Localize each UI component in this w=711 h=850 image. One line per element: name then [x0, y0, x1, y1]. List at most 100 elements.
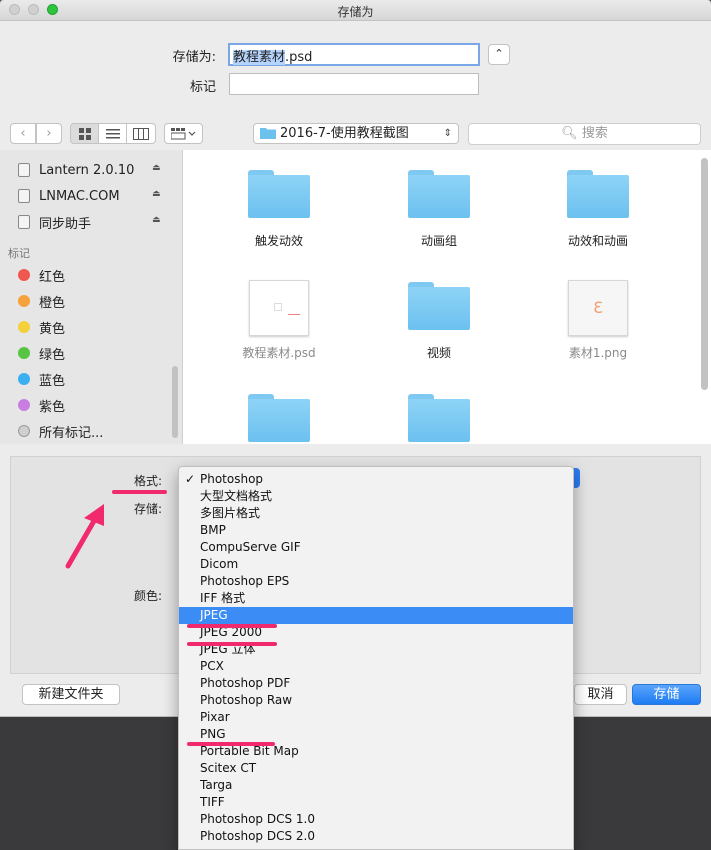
chevron-right-icon: ›: [46, 126, 52, 141]
collapse-dialog-button[interactable]: ⌃: [488, 44, 510, 65]
group-by-button[interactable]: [164, 123, 203, 144]
annotation-underline-png: [187, 742, 275, 746]
annotation-underline-format: [112, 490, 167, 494]
format-menu-item[interactable]: TIFF: [179, 794, 573, 811]
sidebar-item-device[interactable]: 同步助手: [18, 212, 91, 232]
sidebar-item-label: 同步助手: [39, 216, 92, 232]
eject-icon[interactable]: ⏏: [152, 189, 161, 199]
format-menu-item[interactable]: IFF 格式: [179, 590, 573, 607]
annotation-arrow-icon: [65, 504, 104, 569]
sidebar-tag[interactable]: 蓝色: [18, 369, 65, 389]
format-menu-item-label: Dicom: [200, 557, 239, 571]
icon-view-button[interactable]: [70, 123, 99, 144]
filename-input[interactable]: 教程素材.psd: [228, 43, 480, 66]
sidebar-tag[interactable]: 所有标记...: [18, 421, 103, 441]
save-as-label: 存储为:: [172, 50, 216, 65]
format-menu-item[interactable]: ✓ Photoshop: [179, 471, 573, 488]
folder-icon: [408, 170, 470, 218]
format-menu-item-label: Pixar: [200, 710, 230, 724]
chevron-up-icon: ⌃: [494, 47, 504, 60]
format-menu-item-label: 多图片格式: [200, 506, 261, 520]
cancel-button[interactable]: 取消: [574, 684, 627, 705]
tags-section-header: 标记: [8, 247, 30, 260]
file-name: 素材1.png: [568, 346, 628, 360]
filename-selection: 教程素材: [233, 50, 286, 65]
file-item[interactable]: [219, 374, 339, 444]
new-folder-button[interactable]: 新建文件夹: [22, 684, 120, 705]
format-menu-item-label: CompuServe GIF: [200, 540, 301, 554]
forward-button[interactable]: ›: [36, 123, 62, 144]
format-menu-item[interactable]: 大型文档格式: [179, 488, 573, 505]
format-menu-item-label: Photoshop PDF: [200, 676, 291, 690]
save-options-label: 存储:: [133, 502, 162, 516]
disk-icon: [18, 163, 30, 177]
format-menu-item[interactable]: JPEG: [179, 607, 573, 624]
format-menu-item-label: Scitex CT: [200, 761, 257, 775]
format-menu-item[interactable]: CompuServe GIF: [179, 539, 573, 556]
file-item[interactable]: [379, 374, 499, 444]
disk-icon: [18, 189, 30, 203]
tags-input[interactable]: [229, 73, 479, 95]
format-menu-item[interactable]: Photoshop DCS 1.0: [179, 811, 573, 828]
sidebar-tag[interactable]: 紫色: [18, 395, 65, 415]
file-item[interactable]: 动画组: [379, 150, 499, 249]
format-menu-item[interactable]: Targa: [179, 777, 573, 794]
format-menu-item[interactable]: Pixar: [179, 709, 573, 726]
eject-icon[interactable]: ⏏: [152, 163, 161, 173]
column-view-button[interactable]: [126, 123, 156, 144]
sidebar-tag[interactable]: 黄色: [18, 317, 65, 337]
tags-label: 标记: [189, 80, 216, 95]
location-popup[interactable]: 2016-7-使用教程截图 ⇕: [253, 123, 459, 144]
format-menu-item[interactable]: Scitex CT: [179, 760, 573, 777]
file-name: 动效和动画: [567, 234, 628, 248]
save-button[interactable]: 存储: [632, 684, 701, 705]
blue-tag-icon: [18, 373, 30, 385]
eject-icon[interactable]: ⏏: [152, 215, 161, 225]
sidebar-item-device[interactable]: LNMAC.COM: [18, 186, 120, 206]
purple-tag-icon: [18, 399, 30, 411]
folder-icon: [248, 170, 310, 218]
format-menu-item[interactable]: Photoshop EPS: [179, 573, 573, 590]
format-menu-item[interactable]: Photoshop DCS 2.0: [179, 828, 573, 845]
file-item[interactable]: 视频: [379, 262, 499, 361]
file-browser: 触发动效 动画组 动效和动画 教程素材.psd 视频 Ɛ 素材1.png: [183, 150, 711, 444]
back-button[interactable]: ‹: [10, 123, 36, 144]
format-menu-item[interactable]: Photoshop PDF: [179, 675, 573, 692]
format-menu-item-label: Photoshop DCS 1.0: [200, 812, 315, 826]
red-tag-icon: [18, 269, 30, 281]
format-menu-item[interactable]: PNG: [179, 726, 573, 743]
updown-chevron-icon: ⇕: [443, 128, 452, 139]
format-menu-item[interactable]: PCX: [179, 658, 573, 675]
format-menu-item[interactable]: Photoshop Raw: [179, 692, 573, 709]
file-item[interactable]: 动效和动画: [538, 150, 658, 249]
sidebar-tag[interactable]: 红色: [18, 265, 65, 285]
chevron-left-icon: ‹: [20, 126, 26, 141]
format-menu-item[interactable]: Dicom: [179, 556, 573, 573]
format-menu-item-label: Photoshop: [200, 472, 264, 486]
title-bar: 存储为: [0, 0, 711, 21]
file-item[interactable]: 教程素材.psd: [219, 262, 339, 361]
format-menu-item-label: Photoshop EPS: [200, 574, 290, 588]
folder-icon: [408, 394, 470, 442]
sidebar-item-device[interactable]: Lantern 2.0.10: [18, 160, 134, 180]
format-label: 格式:: [133, 474, 162, 488]
green-tag-icon: [18, 347, 30, 359]
sidebar-tag-label: 所有标记...: [39, 425, 104, 441]
sidebar-tag[interactable]: 绿色: [18, 343, 65, 363]
file-name: 视频: [426, 346, 451, 360]
format-menu-item-label: PCX: [200, 659, 224, 673]
format-menu-item-label: 大型文档格式: [200, 489, 273, 503]
search-input[interactable]: 🔍︎ 搜索: [468, 123, 701, 145]
format-menu-item[interactable]: BMP: [179, 522, 573, 539]
format-dropdown-menu: ✓ Photoshop 大型文档格式 多图片格式 BMP CompuServe GIF Di…: [178, 466, 574, 850]
sidebar-tag-label: 紫色: [39, 399, 66, 415]
checkmark-icon: ✓: [185, 472, 196, 486]
list-view-button[interactable]: [98, 123, 127, 144]
sidebar-tag-label: 黄色: [39, 321, 66, 337]
format-menu-item[interactable]: 多图片格式: [179, 505, 573, 522]
sidebar-scrollbar[interactable]: [172, 366, 178, 438]
sidebar-tag[interactable]: 橙色: [18, 291, 65, 311]
files-scrollbar[interactable]: [701, 158, 708, 390]
file-item[interactable]: Ɛ 素材1.png: [538, 262, 658, 361]
file-item[interactable]: 触发动效: [219, 150, 339, 249]
